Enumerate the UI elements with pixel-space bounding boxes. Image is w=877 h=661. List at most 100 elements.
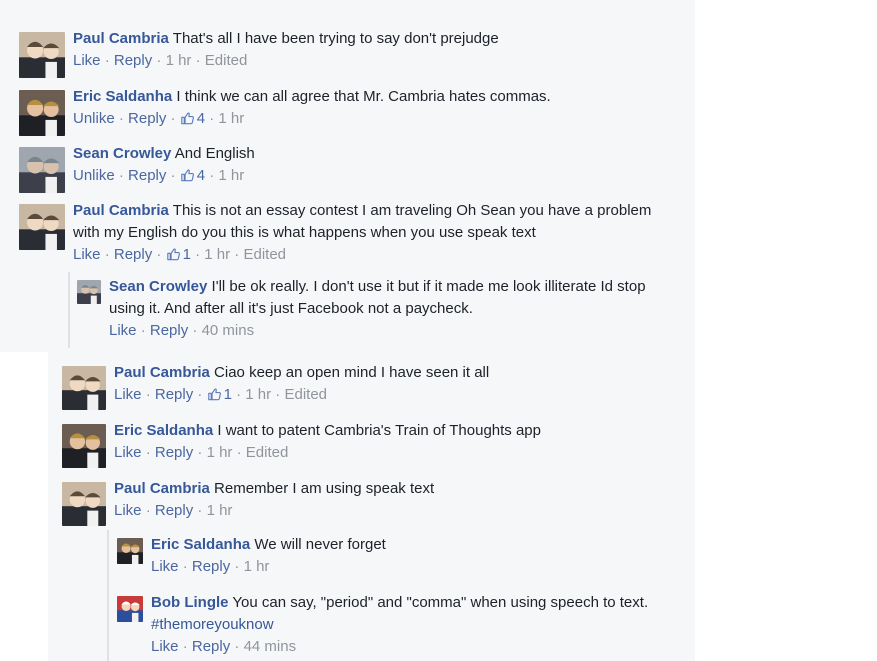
comment-author-link[interactable]: Paul Cambria: [73, 30, 169, 47]
comment-message: And English: [174, 145, 255, 162]
comment-author-link[interactable]: Eric Saldanha: [114, 422, 213, 439]
comment-body: Sean Crowley I'll be ok really. I don't …: [109, 276, 677, 342]
like-count[interactable]: 4: [180, 167, 205, 184]
comment-author-link[interactable]: Paul Cambria: [73, 202, 169, 219]
separator: ·: [230, 246, 244, 263]
timestamp[interactable]: 1 hr: [218, 110, 244, 127]
reply-button[interactable]: Reply: [150, 322, 188, 339]
like-button[interactable]: Like: [151, 638, 179, 655]
like-count[interactable]: 1: [166, 246, 191, 263]
like-count-number: 1: [182, 246, 191, 263]
comment-body: Eric Saldanha I want to patent Cambria's…: [114, 420, 682, 464]
reply-button[interactable]: Reply: [155, 444, 193, 461]
comment-text: Sean Crowley And English: [73, 143, 679, 165]
timestamp[interactable]: 1 hr: [218, 167, 244, 184]
comment: Sean Crowley And English Unlike · Reply ·…: [19, 143, 679, 193]
edited-link[interactable]: Edited: [243, 246, 286, 263]
timestamp[interactable]: 1 hr: [204, 246, 230, 263]
reply-button[interactable]: Reply: [114, 246, 152, 263]
comment-text: Paul Cambria Remember I am using speak t…: [114, 478, 682, 500]
like-button[interactable]: Like: [109, 322, 137, 339]
separator: ·: [205, 110, 219, 127]
like-button[interactable]: Like: [151, 558, 179, 575]
comment-author-link[interactable]: Paul Cambria: [114, 364, 210, 381]
comment-author-link[interactable]: Eric Saldanha: [73, 88, 172, 105]
reply-button[interactable]: Reply: [114, 52, 152, 69]
comment-body: Sean Crowley And English Unlike · Reply ·…: [73, 143, 679, 187]
comment-meta: Like · Reply · 1 · 1 hr · Edited: [73, 244, 679, 266]
like-button[interactable]: Like: [114, 386, 142, 403]
unlike-button[interactable]: Unlike: [73, 110, 115, 127]
timestamp[interactable]: 1 hr: [244, 558, 270, 575]
edited-link[interactable]: Edited: [246, 444, 289, 461]
timestamp[interactable]: 1 hr: [207, 444, 233, 461]
avatar[interactable]: [62, 424, 106, 468]
profile-photo-icon: [62, 366, 106, 410]
like-button[interactable]: Like: [73, 52, 101, 69]
reply-button[interactable]: Reply: [192, 558, 230, 575]
like-count-number: 4: [196, 167, 206, 184]
separator: ·: [230, 638, 244, 655]
comment: Paul Cambria That's all I have been tryi…: [19, 28, 679, 78]
separator: ·: [205, 167, 219, 184]
comment-text: Paul Cambria That's all I have been tryi…: [73, 28, 679, 50]
like-button[interactable]: Like: [114, 502, 142, 519]
avatar[interactable]: [19, 147, 65, 193]
comment-message: Remember I am using speak text: [214, 480, 435, 497]
avatar[interactable]: [19, 32, 65, 78]
comment-text: Eric Saldanha I think we can all agree t…: [73, 86, 679, 108]
timestamp[interactable]: 1 hr: [245, 386, 271, 403]
avatar[interactable]: [117, 596, 143, 622]
timestamp[interactable]: 44 mins: [244, 638, 297, 655]
avatar[interactable]: [117, 538, 143, 564]
timestamp[interactable]: 40 mins: [202, 322, 255, 339]
hashtag-link[interactable]: #themoreyouknow: [151, 616, 274, 633]
thumbs-up-icon: [180, 169, 194, 182]
separator: ·: [188, 322, 202, 339]
unlike-button[interactable]: Unlike: [73, 167, 115, 184]
like-count[interactable]: 1: [207, 386, 232, 403]
comment: Paul Cambria This is not an essay contes…: [19, 200, 679, 272]
reply-button[interactable]: Reply: [155, 386, 193, 403]
avatar[interactable]: [62, 482, 106, 526]
edited-link[interactable]: Edited: [205, 52, 248, 69]
like-count[interactable]: 4: [180, 110, 205, 127]
separator: ·: [191, 52, 205, 69]
profile-photo-icon: [117, 538, 143, 564]
profile-photo-icon: [19, 204, 65, 250]
comment-reply: Sean Crowley I'll be ok really. I don't …: [77, 276, 677, 348]
reply-button[interactable]: Reply: [192, 638, 230, 655]
comment-message: We will never forget: [254, 536, 386, 553]
comment-text: Sean Crowley I'll be ok really. I don't …: [109, 276, 677, 320]
timestamp[interactable]: 1 hr: [166, 52, 192, 69]
comment-author-link[interactable]: Paul Cambria: [114, 480, 210, 497]
comment-text: Bob Lingle You can say, "period" and "co…: [151, 592, 687, 636]
avatar[interactable]: [19, 204, 65, 250]
avatar[interactable]: [62, 366, 106, 410]
comment-body: Paul Cambria This is not an essay contes…: [73, 200, 679, 266]
separator: ·: [100, 52, 114, 69]
avatar[interactable]: [19, 90, 65, 136]
comment: Paul Cambria Ciao keep an open mind I ha…: [62, 362, 682, 412]
comment: Eric Saldanha I think we can all agree t…: [19, 86, 679, 136]
like-button[interactable]: Like: [73, 246, 101, 263]
like-count-number: 4: [196, 110, 206, 127]
comment-author-link[interactable]: Sean Crowley: [109, 278, 207, 295]
reply-button[interactable]: Reply: [155, 502, 193, 519]
thumbs-up-icon: [180, 112, 194, 125]
like-button[interactable]: Like: [114, 444, 142, 461]
comment-author-link[interactable]: Sean Crowley: [73, 145, 171, 162]
profile-photo-icon: [62, 424, 106, 468]
comment-meta: Like · Reply · 1 hr: [114, 500, 682, 522]
profile-photo-icon: [62, 482, 106, 526]
separator: ·: [230, 558, 244, 575]
comment-author-link[interactable]: Eric Saldanha: [151, 536, 250, 553]
comment-meta: Like · Reply · 1 hr: [151, 556, 687, 578]
comment-body: Paul Cambria That's all I have been tryi…: [73, 28, 679, 72]
timestamp[interactable]: 1 hr: [207, 502, 233, 519]
edited-link[interactable]: Edited: [284, 386, 327, 403]
comment-author-link[interactable]: Bob Lingle: [151, 594, 229, 611]
reply-button[interactable]: Reply: [128, 167, 166, 184]
reply-button[interactable]: Reply: [128, 110, 166, 127]
avatar[interactable]: [77, 280, 101, 304]
